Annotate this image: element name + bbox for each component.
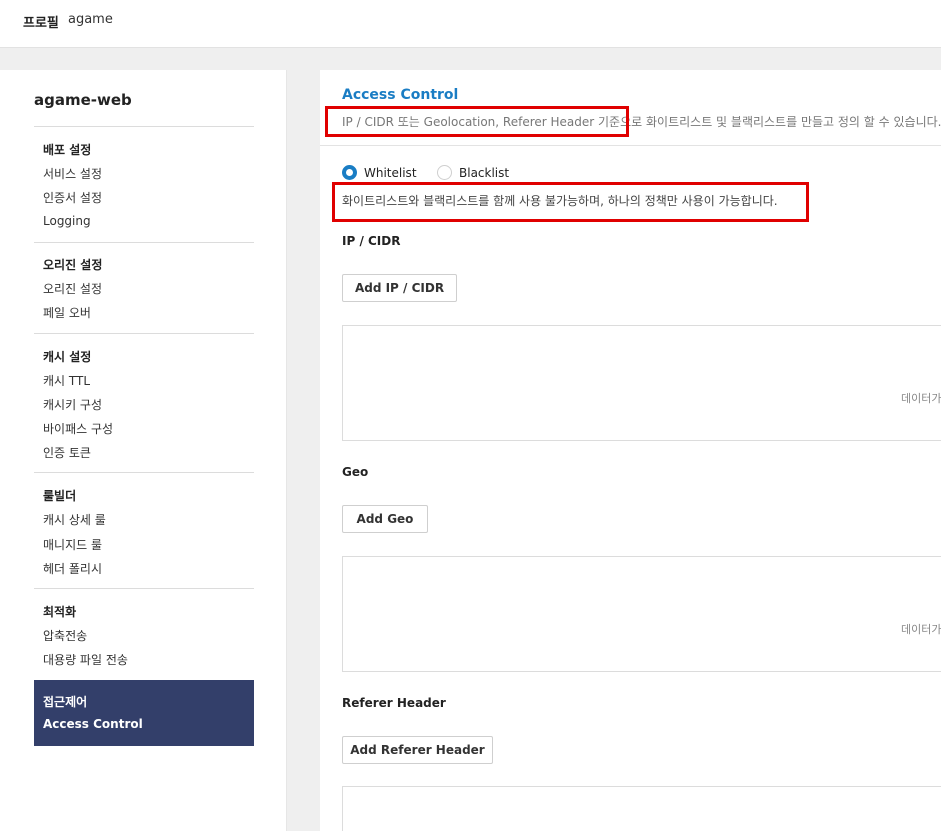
top-bar: 프로필 agame	[0, 0, 941, 48]
sidebar-group-rule-builder: 룰빌더	[43, 489, 77, 503]
sidebar-group-cache: 캐시 설정	[43, 350, 92, 364]
empty-text: 데이터가	[901, 623, 941, 636]
sidebar-group-origin: 오리진 설정	[43, 258, 103, 272]
sidebar-item-large-file[interactable]: 대용량 파일 전송	[43, 651, 128, 668]
sidebar-group-optimization: 최적화	[43, 605, 77, 619]
highlight-box-note	[332, 182, 809, 222]
sidebar-item-managed-rule[interactable]: 매니지드 룰	[43, 536, 102, 553]
sidebar: agame-web 배포 설정 서비스 설정 인증서 설정 Logging 오리…	[0, 70, 287, 831]
header-divider	[320, 145, 941, 146]
sidebar-divider	[34, 588, 254, 589]
profile-label: 프로필	[23, 16, 59, 31]
add-ip-cidr-button[interactable]: Add IP / CIDR	[342, 274, 457, 302]
referer-header-list	[342, 786, 941, 831]
sidebar-item-cache-ttl[interactable]: 캐시 TTL	[43, 372, 90, 389]
geo-list: 데이터가	[342, 556, 941, 672]
ip-cidr-list: 데이터가	[342, 325, 941, 441]
sidebar-divider	[34, 126, 254, 127]
highlight-box-description	[325, 106, 629, 137]
sidebar-group-deploy: 배포 설정	[43, 143, 92, 157]
sidebar-divider	[34, 472, 254, 473]
sidebar-item-bypass[interactable]: 바이패스 구성	[43, 420, 113, 437]
sidebar-divider	[34, 333, 254, 334]
blacklist-radio[interactable]	[437, 165, 452, 180]
blacklist-label[interactable]: Blacklist	[459, 166, 509, 180]
sidebar-item-service-settings[interactable]: 서비스 설정	[43, 165, 102, 182]
sidebar-item-cache-key[interactable]: 캐시키 구성	[43, 396, 102, 413]
page-title: Access Control	[342, 87, 459, 103]
sidebar-item-failover[interactable]: 페일 오버	[43, 304, 91, 321]
sidebar-item-certificate-settings[interactable]: 인증서 설정	[43, 189, 102, 206]
sidebar-item-access-control[interactable]: Access Control	[43, 717, 143, 731]
empty-text: 데이터가	[901, 392, 941, 405]
whitelist-label[interactable]: Whitelist	[364, 166, 417, 180]
whitelist-radio[interactable]	[342, 165, 357, 180]
sidebar-title: agame-web	[34, 91, 132, 109]
section-label-ip-cidr: IP / CIDR	[342, 234, 401, 248]
sidebar-group-title-access: 접근제어	[43, 695, 88, 709]
sidebar-group-access-control: 접근제어 Access Control	[34, 680, 254, 746]
add-geo-button[interactable]: Add Geo	[342, 505, 428, 533]
profile-value[interactable]: agame	[68, 12, 113, 27]
sidebar-divider	[34, 242, 254, 243]
sidebar-item-logging[interactable]: Logging	[43, 214, 91, 228]
section-label-referer-header: Referer Header	[342, 696, 446, 710]
sidebar-item-cache-detail-rule[interactable]: 캐시 상세 룰	[43, 511, 106, 528]
sidebar-item-header-policy[interactable]: 헤더 폴리시	[43, 560, 102, 577]
add-referer-header-button[interactable]: Add Referer Header	[342, 736, 493, 764]
sidebar-item-origin-settings[interactable]: 오리진 설정	[43, 280, 102, 297]
sidebar-item-compression[interactable]: 압축전송	[43, 627, 87, 644]
sidebar-item-auth-token[interactable]: 인증 토큰	[43, 444, 91, 461]
section-label-geo: Geo	[342, 465, 369, 479]
